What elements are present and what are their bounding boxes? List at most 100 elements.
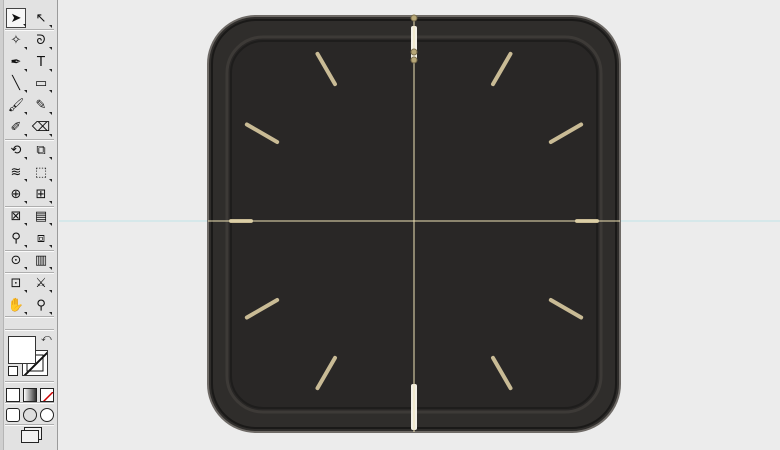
perspective-grid-icon: ⊞ <box>35 186 47 202</box>
zoom-tool[interactable]: ⚲ <box>31 295 52 315</box>
blob-brush-tool[interactable]: ✐ <box>6 117 27 137</box>
color-mode-icon[interactable] <box>6 388 20 402</box>
flyout-triangle <box>49 90 52 93</box>
separator <box>5 329 54 331</box>
anchor-point <box>410 14 418 22</box>
magnifier-icon: ⚲ <box>36 297 46 313</box>
anchor-point <box>410 56 418 64</box>
rotate-tool[interactable]: ⟲ <box>6 140 27 160</box>
white-arrow-icon: ↖ <box>35 10 47 26</box>
blend-icon: ⧈ <box>36 230 46 246</box>
gradient-tool[interactable]: ▤ <box>31 206 52 226</box>
shape-builder-icon: ⊕ <box>10 186 22 202</box>
hand-tool[interactable]: ✋ <box>6 295 27 315</box>
slice-tool[interactable]: ⚔ <box>31 273 52 293</box>
eraser-tool[interactable]: ⌫ <box>31 117 52 137</box>
screen-mode-icon[interactable] <box>21 430 39 443</box>
flyout-triangle <box>49 112 52 115</box>
lasso-icon: ᘐ <box>36 32 46 48</box>
pencil-icon: ✎ <box>35 97 47 113</box>
gradient-mode-icon[interactable] <box>23 388 37 402</box>
eyedropper-icon: ⚲ <box>11 230 21 246</box>
artboard-canvas[interactable] <box>59 0 780 450</box>
lasso-tool[interactable]: ᘐ <box>31 30 52 50</box>
mesh-tool[interactable]: ⊠ <box>6 206 27 226</box>
draw-inside-icon[interactable] <box>40 408 54 422</box>
scale-tool[interactable]: ⧉ <box>31 140 52 160</box>
rectangle-tool[interactable]: ▭ <box>31 73 52 93</box>
line-tool[interactable]: ╲ <box>6 73 27 93</box>
flyout-triangle <box>24 290 27 293</box>
flyout-triangle <box>49 69 52 72</box>
shape-builder-tool[interactable]: ⊕ <box>6 184 27 204</box>
direct-selection-tool[interactable]: ↖ <box>31 8 52 28</box>
flyout-triangle <box>49 134 52 137</box>
perspective-grid-tool[interactable]: ⊞ <box>31 184 52 204</box>
swap-fill-stroke-icon[interactable]: ⤺ <box>41 333 52 344</box>
flyout-triangle <box>49 157 52 160</box>
clock-face-artwork[interactable] <box>59 0 780 450</box>
flyout-triangle <box>24 312 27 315</box>
separator <box>5 424 54 426</box>
free-transform-tool[interactable]: ⬚ <box>31 162 52 182</box>
flyout-triangle <box>24 157 27 160</box>
scale-icon: ⧉ <box>36 142 46 158</box>
symbol-sprayer-tool[interactable]: ⊙ <box>6 250 27 270</box>
default-fill-stroke-icon[interactable] <box>8 366 18 376</box>
magic-wand-tool[interactable]: ✧ <box>6 30 27 50</box>
line-segment-icon: ╲ <box>12 75 20 91</box>
warp-icon: ≋ <box>10 164 22 180</box>
selection-tool[interactable]: ➤ <box>6 8 26 28</box>
flyout-triangle <box>24 179 27 182</box>
flyout-triangle <box>49 47 52 50</box>
column-graph-tool[interactable]: ▥ <box>31 250 52 270</box>
panel-grip[interactable] <box>0 0 4 450</box>
blend-tool[interactable]: ⧈ <box>31 228 52 248</box>
none-mode-icon[interactable] <box>40 388 54 402</box>
separator <box>5 206 54 208</box>
gradient-icon: ▤ <box>34 208 48 224</box>
column-graph-icon: ▥ <box>34 252 48 268</box>
flyout-triangle <box>24 223 27 226</box>
flyout-triangle <box>23 24 26 27</box>
arrow-icon: ➤ <box>10 10 22 26</box>
flyout-triangle <box>24 69 27 72</box>
flyout-triangle <box>24 112 27 115</box>
flyout-triangle <box>49 290 52 293</box>
anchor-point <box>410 48 418 56</box>
flyout-triangle <box>49 312 52 315</box>
paintbrush-tool[interactable]: 🖌 <box>6 95 27 115</box>
flyout-triangle <box>49 223 52 226</box>
separator <box>5 381 54 383</box>
flyout-triangle <box>24 245 27 248</box>
flyout-triangle <box>49 201 52 204</box>
tools-panel: ➤ ↖ ✧ ᘐ ✒ T ╲ ▭ 🖌 ✎ ✐ ⌫ ⟲ ⧉ ≋ ⬚ ⊕ ⊞ ⊠ ▤ ⚲ ⧈ ⊙ ▥ ⊡ ⚔ ✋ ⚲ ⤺ <box>0 0 58 450</box>
blob-brush-icon: ✐ <box>10 119 22 135</box>
draw-normal-icon[interactable] <box>6 408 20 422</box>
separator <box>5 272 54 274</box>
artboard-tool[interactable]: ⊡ <box>6 273 27 293</box>
fill-swatch[interactable] <box>8 336 36 364</box>
warp-tool[interactable]: ≋ <box>6 162 27 182</box>
flyout-triangle <box>24 267 27 270</box>
magic-wand-icon: ✧ <box>10 32 22 48</box>
rotate-icon: ⟲ <box>10 142 22 158</box>
type-tool[interactable]: T <box>31 52 52 72</box>
flyout-triangle <box>49 245 52 248</box>
flyout-triangle <box>49 267 52 270</box>
flyout-triangle <box>49 179 52 182</box>
pen-nib-icon: ✒ <box>10 54 22 70</box>
flyout-triangle <box>24 47 27 50</box>
flyout-triangle <box>24 90 27 93</box>
paintbrush-icon: 🖌 <box>7 97 25 113</box>
separator <box>5 139 54 141</box>
pencil-tool[interactable]: ✎ <box>31 95 52 115</box>
pen-tool[interactable]: ✒ <box>6 52 27 72</box>
eyedropper-tool[interactable]: ⚲ <box>6 228 27 248</box>
draw-behind-icon[interactable] <box>23 408 37 422</box>
flyout-triangle <box>49 25 52 28</box>
rectangle-icon: ▭ <box>34 75 48 91</box>
separator <box>5 402 54 404</box>
mesh-icon: ⊠ <box>10 208 22 224</box>
type-icon: T <box>37 54 45 70</box>
